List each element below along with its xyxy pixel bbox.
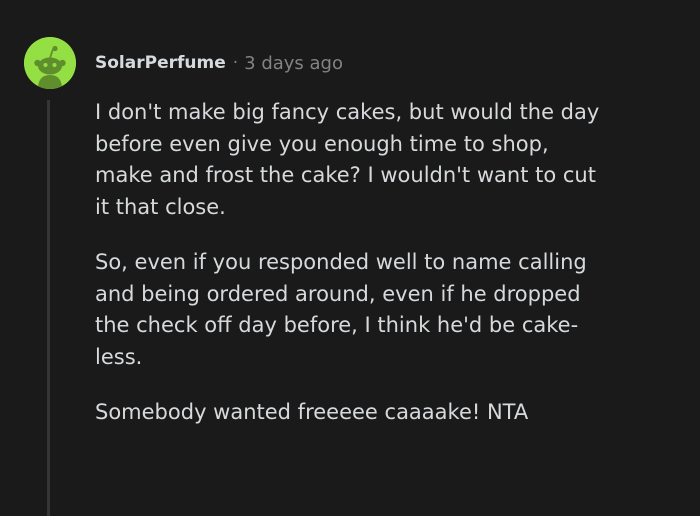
- timestamp-link[interactable]: 3 days ago: [244, 53, 343, 74]
- avatar[interactable]: [24, 37, 76, 89]
- comment: SolarPerfume · 3 days ago I don't make b…: [0, 0, 700, 516]
- comment-header: SolarPerfume · 3 days ago: [95, 50, 343, 76]
- thread-collapse-line[interactable]: [47, 100, 50, 516]
- reddit-snoo-avatar-icon: [24, 37, 76, 89]
- comment-paragraph-1: I don't make big fancy cakes, but would …: [95, 100, 600, 219]
- separator-dot: ·: [232, 53, 239, 73]
- username-link[interactable]: SolarPerfume: [95, 53, 226, 73]
- comment-paragraph-2: So, even if you responded well to name c…: [95, 250, 587, 369]
- comment-body: I don't make big fancy cakes, but would …: [95, 97, 680, 453]
- comment-paragraph-3: Somebody wanted freeeee caaaake! NTA: [95, 400, 529, 424]
